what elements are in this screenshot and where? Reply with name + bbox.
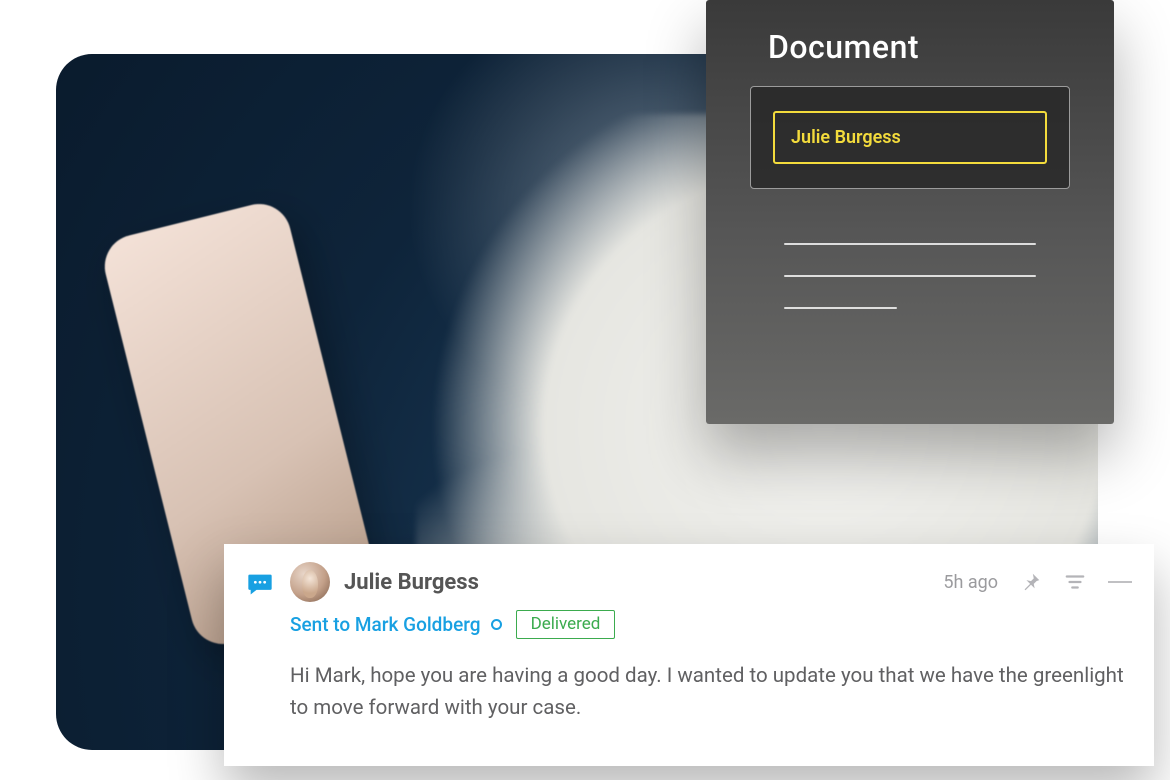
placeholder-line <box>784 275 1036 277</box>
status-dot-icon <box>491 619 502 630</box>
placeholder-line <box>784 243 1036 245</box>
document-name-input[interactable] <box>773 111 1047 164</box>
status-badge: Delivered <box>516 610 616 639</box>
avatar <box>290 562 330 602</box>
placeholder-line <box>784 307 897 309</box>
document-input-wrap <box>750 86 1070 189</box>
overflow-icon[interactable] <box>1108 581 1132 583</box>
message-body: Hi Mark, hope you are having a good day.… <box>290 661 1132 725</box>
timestamp: 5h ago <box>943 572 998 593</box>
document-placeholder-lines <box>784 243 1036 309</box>
document-title: Document <box>768 28 1070 66</box>
pin-icon[interactable] <box>1020 571 1042 593</box>
document-panel: Document <box>706 0 1114 424</box>
chat-icon <box>246 570 274 596</box>
filter-icon[interactable] <box>1064 571 1086 593</box>
sender-name: Julie Burgess <box>344 570 479 595</box>
sent-to-link[interactable]: Sent to Mark Goldberg <box>290 613 481 636</box>
message-card: Julie Burgess 5h ago Sent to Mark Goldbe… <box>224 544 1154 766</box>
